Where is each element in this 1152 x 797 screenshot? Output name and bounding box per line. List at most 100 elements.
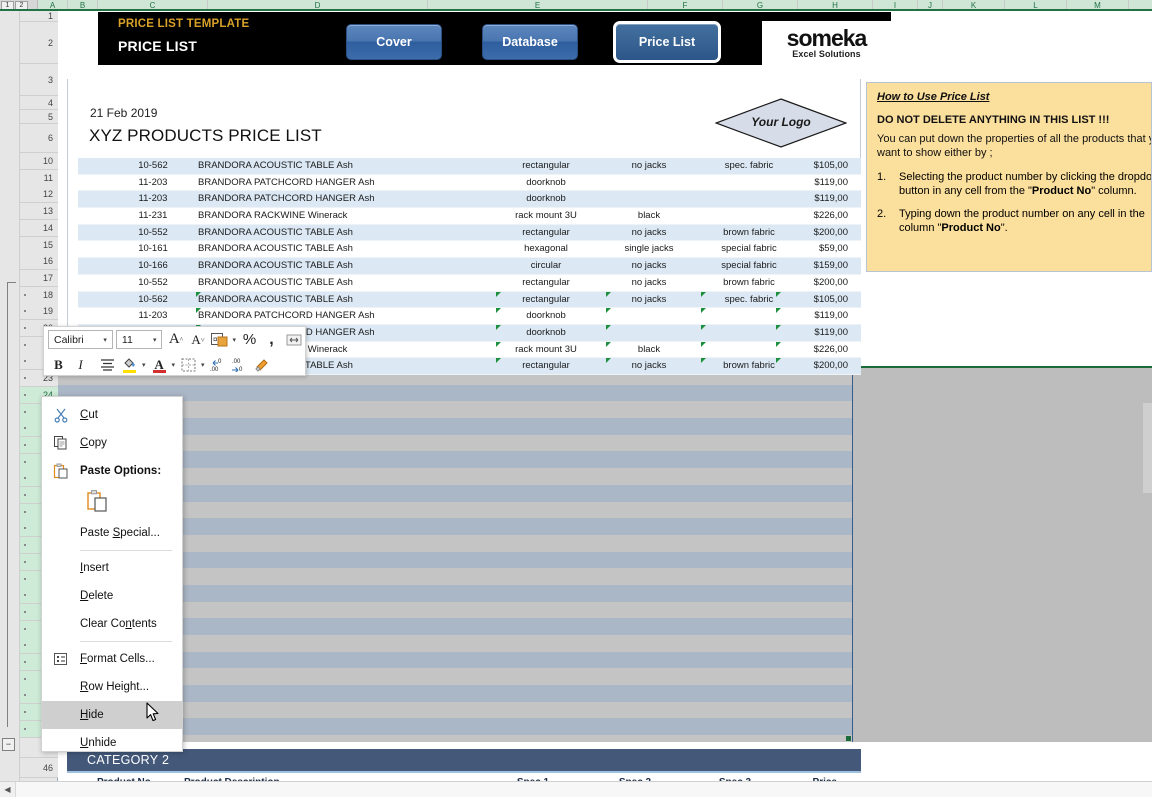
cell-price[interactable]: $226,00 [778, 344, 862, 355]
table-row[interactable]: 10-161 BRANDORA ACOUSTIC TABLE Ash hexagon… [78, 241, 862, 259]
row-header-5[interactable]: 5 [20, 110, 58, 124]
cell-spec-1[interactable]: rectangular [498, 277, 594, 288]
horizontal-scrollbar[interactable]: ◀ [0, 781, 1152, 797]
cell-product-no[interactable]: 10-562 [120, 294, 186, 305]
cell-product-no[interactable]: 11-231 [120, 210, 186, 221]
chevron-down-icon[interactable]: ▾ [172, 361, 176, 369]
table-row[interactable]: 10-552 BRANDORA ACOUSTIC TABLE Ash rectang… [78, 224, 862, 242]
row-header-12[interactable]: 12 [20, 186, 58, 203]
font-size-combo[interactable]: 11 ▾ [115, 330, 163, 349]
cell-spec-2[interactable]: black [608, 210, 690, 221]
context-menu-item-paste-special[interactable]: Paste Special... [42, 519, 182, 547]
cell-spec-2[interactable]: no jacks [608, 360, 690, 371]
row-header-46[interactable]: 46 [20, 758, 58, 778]
table-row[interactable]: 10-166 BRANDORA ACOUSTIC TABLE Ash circula… [78, 258, 861, 275]
table-row[interactable]: 11-203 BRANDORA PATCHCORD HANGER Ash doork… [78, 308, 861, 325]
mini-format-toolbar[interactable]: Calibri ▾ 11 ▾ A ^ A ˅ ¤ ▾ % , B I ▾ A ▾… [43, 326, 306, 376]
context-menu-item-clear-contents[interactable]: Clear Contents [42, 610, 182, 638]
scroll-left-arrow-icon[interactable]: ◀ [0, 782, 16, 797]
chevron-down-icon[interactable]: ▾ [142, 361, 146, 369]
column-header-e[interactable]: E [428, 0, 648, 9]
column-header-f[interactable]: F [648, 0, 723, 9]
bold-icon[interactable]: B [48, 354, 69, 375]
column-header-g[interactable]: G [723, 0, 798, 9]
cell-spec-1[interactable]: rack mount 3U [498, 344, 594, 355]
row-header-17[interactable]: 17 [20, 270, 58, 287]
decrease-decimal-icon[interactable]: 0 .00 [208, 354, 229, 375]
cell-spec-1[interactable]: doorknob [498, 177, 594, 188]
cell-price[interactable]: $200,00 [778, 227, 862, 238]
column-header-c[interactable]: C [98, 0, 208, 9]
cell-product-description[interactable]: BRANDORA ACOUSTIC TABLE Ash [198, 294, 468, 305]
column-header-l[interactable]: L [1005, 0, 1067, 9]
cell-spec-1[interactable]: circular [498, 260, 594, 271]
cell-price[interactable]: $105,00 [778, 160, 862, 171]
column-header-a[interactable]: A [38, 0, 68, 9]
cell-product-no[interactable]: 11-203 [120, 193, 186, 204]
outline-level-buttons[interactable]: 1 2 [0, 0, 38, 9]
cell-product-description[interactable]: BRANDORA ACOUSTIC TABLE Ash [198, 277, 468, 288]
merge-and-center-icon[interactable] [283, 329, 304, 350]
column-header-b[interactable]: B [68, 0, 98, 9]
your-logo-placeholder[interactable]: Your Logo [714, 98, 848, 148]
cell-spec-1[interactable]: rack mount 3U [498, 210, 594, 221]
column-header-k[interactable]: K [943, 0, 1005, 9]
outline-level-1-button[interactable]: 1 [1, 1, 14, 9]
context-menu-item-row-height[interactable]: Row Height... [42, 673, 182, 701]
row-header-2[interactable]: 2 [20, 22, 58, 64]
horizontal-scrollbar-track[interactable] [16, 782, 1152, 797]
cell-price[interactable]: $119,00 [778, 310, 862, 321]
borders-icon[interactable] [178, 354, 199, 375]
row-outline-gutter[interactable]: − [0, 11, 20, 781]
increase-decimal-icon[interactable]: .00 0 [230, 354, 251, 375]
row-header-3[interactable]: 3 [20, 64, 58, 96]
cell-spec-2[interactable]: single jacks [608, 243, 690, 254]
cell-product-description[interactable]: BRANDORA PATCHCORD HANGER Ash [198, 193, 468, 204]
outline-level-2-button[interactable]: 2 [15, 1, 28, 9]
cell-spec-1[interactable]: rectangular [498, 160, 594, 171]
row-header-14[interactable]: 14 [20, 220, 58, 237]
selection-fill-handle[interactable] [846, 736, 851, 741]
cell-spec-1[interactable]: rectangular [498, 294, 594, 305]
cell-spec-2[interactable]: no jacks [608, 227, 690, 238]
cell-product-description[interactable]: BRANDORA PATCHCORD HANGER Ash [198, 177, 468, 188]
cell-spec-2[interactable]: no jacks [608, 160, 690, 171]
nav-button-cover[interactable]: Cover [346, 24, 442, 60]
cell-product-description[interactable]: BRANDORA ACOUSTIC TABLE Ash [198, 227, 468, 238]
cell-spec-2[interactable]: no jacks [608, 277, 690, 288]
comma-style-icon[interactable]: , [261, 329, 282, 350]
cell-price[interactable]: $59,00 [778, 243, 862, 254]
cell-spec-2[interactable]: no jacks [608, 260, 690, 271]
decrease-font-size-icon[interactable]: A ˅ [187, 329, 208, 350]
table-row[interactable]: 11-231 BRANDORA RACKWINE Winerack rack mou… [78, 208, 861, 225]
cell-price[interactable]: $119,00 [778, 177, 862, 188]
cell-price[interactable]: $200,00 [778, 360, 862, 371]
context-menu-item-cut[interactable]: Cut [42, 401, 182, 429]
cell-spec-1[interactable]: hexagonal [498, 243, 594, 254]
cell-product-no[interactable]: 10-552 [120, 227, 186, 238]
format-painter-icon[interactable] [252, 354, 273, 375]
paste-keep-source-formatting-icon[interactable] [86, 489, 108, 516]
cell-spec-2[interactable]: no jacks [608, 294, 690, 305]
row-header-13[interactable]: 13 [20, 203, 58, 220]
row-header-4[interactable]: 4 [20, 96, 58, 110]
row-header-1[interactable]: 1 [20, 11, 58, 22]
center-align-icon[interactable] [97, 354, 118, 375]
cell-price[interactable]: $119,00 [778, 327, 862, 338]
table-row[interactable]: 10-562 BRANDORA ACOUSTIC TABLE Ash rectang… [78, 291, 861, 309]
context-menu-item-copy[interactable]: Copy [42, 429, 182, 457]
cell-price[interactable]: $119,00 [778, 193, 862, 204]
column-header-m[interactable]: M [1067, 0, 1129, 9]
percent-style-icon[interactable]: % [239, 329, 260, 350]
column-header-n[interactable]: N [1129, 0, 1152, 9]
context-menu-item-delete[interactable]: Delete [42, 582, 182, 610]
table-row[interactable]: 10-552 BRANDORA ACOUSTIC TABLE Ash rectang… [78, 274, 861, 292]
cell-spec-1[interactable]: rectangular [498, 227, 594, 238]
table-row[interactable]: 10-562 BRANDORA ACOUSTIC TABLE Ash rectang… [78, 158, 861, 175]
cell-product-no[interactable]: 10-562 [120, 160, 186, 171]
cell-product-no[interactable]: 10-161 [120, 243, 186, 254]
cell-context-menu[interactable]: Cut Copy Paste Options: Paste Special... Ins… [41, 396, 183, 752]
outline-collapse-button[interactable]: − [2, 738, 15, 751]
table-row[interactable]: 11-203 BRANDORA PATCHCORD HANGER Ash doork… [78, 174, 862, 192]
cell-product-description[interactable]: BRANDORA ACOUSTIC TABLE Ash [198, 160, 468, 171]
